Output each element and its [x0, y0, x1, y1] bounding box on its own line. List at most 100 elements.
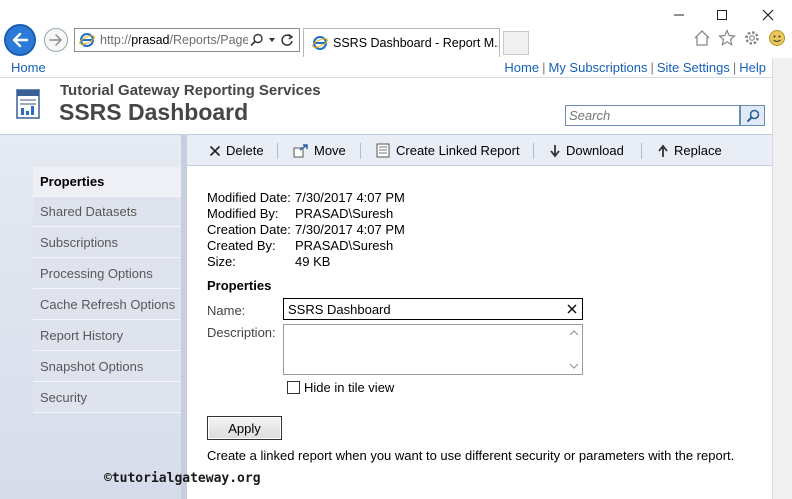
size-value: 49 KB — [295, 254, 331, 269]
ie-favicon-icon — [79, 33, 95, 47]
description-field[interactable] — [283, 324, 583, 375]
site-settings-link[interactable]: Site Settings — [657, 60, 730, 75]
name-field[interactable] — [283, 298, 583, 320]
browser-toolbar-icons — [692, 28, 787, 48]
replace-label: Replace — [674, 143, 722, 158]
link-separator: | — [732, 60, 737, 75]
modified-date-label: Modified Date: — [207, 190, 291, 205]
nav-item-snapshot-options[interactable]: Snapshot Options — [33, 352, 181, 382]
properties-section-title: Properties — [207, 278, 272, 293]
replace-button[interactable]: Replace — [657, 143, 722, 158]
apply-button[interactable]: Apply — [207, 416, 282, 440]
nav-item-shared-datasets[interactable]: Shared Datasets — [33, 197, 181, 227]
modified-by-label: Modified By: — [207, 206, 279, 221]
description-scrollbar[interactable] — [566, 325, 582, 374]
org-name: Tutorial Gateway Reporting Services — [60, 82, 321, 99]
link-separator: | — [542, 60, 546, 75]
move-button[interactable]: Move — [293, 143, 346, 158]
new-tab-button[interactable] — [503, 31, 529, 55]
download-button[interactable]: Download — [549, 143, 624, 158]
maximize-icon[interactable] — [707, 4, 737, 26]
nav-item-subscriptions[interactable]: Subscriptions — [33, 228, 181, 258]
help-link[interactable]: Help — [739, 60, 766, 75]
hide-in-tile-view-option[interactable]: Hide in tile view — [287, 380, 394, 395]
nav-item-properties[interactable]: Properties — [33, 167, 181, 197]
download-label: Download — [566, 143, 624, 158]
move-label: Move — [314, 143, 346, 158]
delete-button[interactable]: Delete — [209, 143, 264, 158]
url-host: prasad — [131, 33, 170, 47]
hide-in-tile-view-label: Hide in tile view — [304, 380, 395, 395]
creation-date-row: Creation Date: 7/30/2017 4:07 PM — [207, 222, 405, 238]
report-icon — [16, 89, 40, 119]
modified-date-row: Modified Date: 7/30/2017 4:07 PM — [207, 190, 405, 206]
action-toolbar: Delete Move Create Linked Report Downloa… — [187, 134, 772, 166]
toolbar-separator — [277, 143, 278, 159]
home-link[interactable]: Home — [504, 60, 539, 75]
browser-chrome: http://prasad/Reports/Pages SSRS Dashboa… — [0, 0, 792, 58]
page-title: SSRS Dashboard — [59, 99, 249, 125]
search-icon — [746, 109, 759, 122]
back-button[interactable] — [4, 24, 36, 56]
my-subscriptions-link[interactable]: My Subscriptions — [548, 60, 647, 75]
ie-favicon-icon — [312, 36, 328, 50]
created-by-value: PRASAD\Suresh — [295, 238, 394, 253]
home-link-left[interactable]: Home — [11, 60, 46, 75]
size-label: Size: — [207, 254, 236, 269]
address-buttons — [248, 30, 294, 50]
watermark: ©tutorialgateway.org — [104, 471, 261, 486]
forward-arrow-icon — [49, 34, 62, 46]
modified-date-value: 7/30/2017 4:07 PM — [295, 190, 405, 205]
clear-name-icon[interactable] — [564, 300, 580, 318]
move-icon — [293, 143, 308, 157]
replace-arrow-icon — [658, 144, 668, 157]
name-label: Name: — [207, 303, 246, 318]
smiley-feedback-icon[interactable] — [767, 28, 787, 48]
nav-item-cache-refresh-options[interactable]: Cache Refresh Options — [33, 290, 181, 320]
create-linked-report-label: Create Linked Report — [396, 143, 520, 158]
delete-x-icon — [209, 145, 221, 156]
close-icon[interactable] — [753, 4, 783, 26]
favorites-star-icon[interactable] — [717, 28, 737, 48]
top-right-links: Home | My Subscriptions | Site Settings | Help — [504, 60, 766, 75]
size-row: Size: 49 KB — [207, 254, 405, 270]
report-metadata: Modified Date: 7/30/2017 4:07 PM Modified… — [207, 190, 405, 270]
url-prefix: http:// — [100, 33, 132, 47]
create-linked-report-button[interactable]: Create Linked Report — [376, 143, 520, 158]
minimize-icon[interactable] — [664, 4, 694, 26]
forward-button[interactable] — [44, 28, 68, 52]
link-separator: | — [650, 60, 654, 75]
modified-by-row: Modified By: PRASAD\Suresh — [207, 206, 405, 222]
nav-item-report-history[interactable]: Report History — [33, 321, 181, 351]
hide-in-tile-view-checkbox[interactable] — [287, 381, 300, 394]
settings-gear-icon[interactable] — [742, 28, 762, 48]
toolbar-separator — [533, 143, 534, 159]
top-links-bar: Home Home | My Subscriptions | Site Settings… — [0, 58, 772, 78]
created-by-label: Created By: — [207, 238, 276, 253]
created-by-row: Created By: PRASAD\Suresh — [207, 238, 405, 254]
linked-report-help-text: Create a linked report when you want to … — [207, 448, 735, 463]
refresh-icon[interactable] — [280, 33, 294, 47]
page-scrollbar[interactable] — [772, 58, 792, 499]
search-icon[interactable] — [250, 33, 264, 47]
description-label: Description: — [207, 325, 276, 340]
creation-date-value: 7/30/2017 4:07 PM — [295, 222, 405, 237]
page-header: Tutorial Gateway Reporting Services SSRS… — [0, 79, 772, 134]
delete-label: Delete — [226, 143, 264, 158]
linked-report-icon — [376, 143, 390, 158]
toolbar-separator — [641, 143, 642, 159]
tab-title: SSRS Dashboard - Report M... — [333, 36, 500, 50]
search-button[interactable] — [740, 105, 765, 126]
search-input[interactable] — [565, 105, 740, 126]
download-arrow-icon — [550, 144, 560, 157]
nav-item-security[interactable]: Security — [33, 383, 181, 413]
home-icon[interactable] — [692, 28, 712, 48]
modified-by-value: PRASAD\Suresh — [295, 206, 394, 221]
properties-panel: Modified Date: 7/30/2017 4:07 PM Modified… — [187, 167, 772, 499]
back-arrow-icon — [12, 32, 29, 48]
chevron-down-icon[interactable] — [268, 36, 276, 44]
nav-item-processing-options[interactable]: Processing Options — [33, 259, 181, 289]
creation-date-label: Creation Date: — [207, 222, 291, 237]
toolbar-separator — [360, 143, 361, 159]
browser-tab[interactable]: SSRS Dashboard - Report M... — [303, 28, 500, 57]
